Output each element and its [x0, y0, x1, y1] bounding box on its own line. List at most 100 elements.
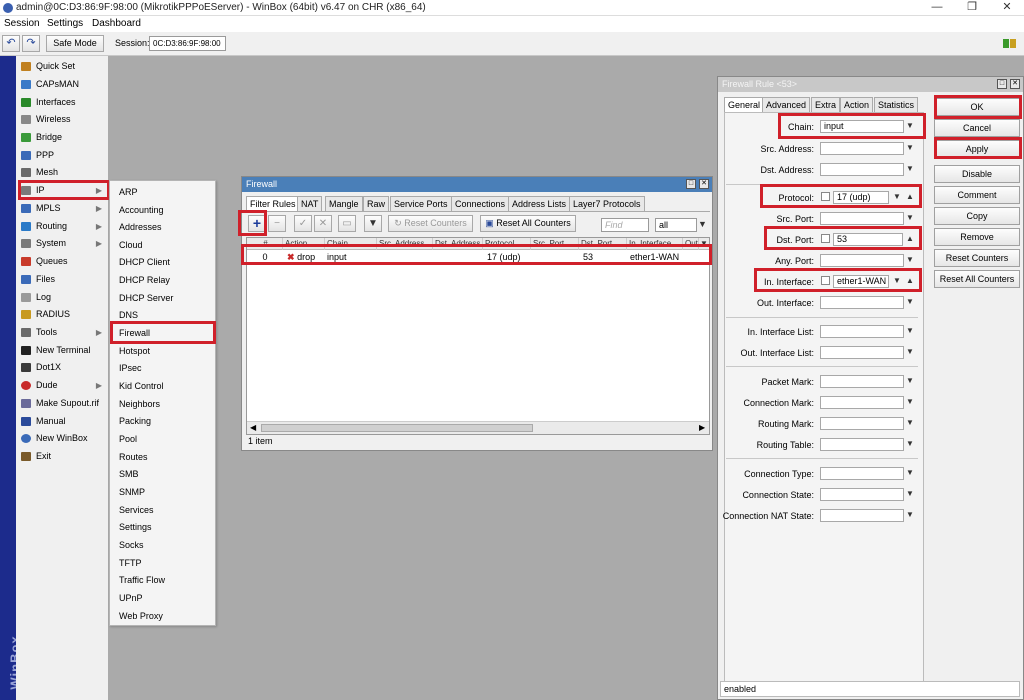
sidebar-item-routing[interactable]: Routing ▶ [18, 218, 106, 235]
find-input[interactable]: Find [601, 218, 649, 232]
dst-address-field[interactable] [820, 163, 904, 176]
src-port-field[interactable] [820, 212, 904, 225]
sidebar-item-log[interactable]: Log [18, 289, 106, 306]
scroll-left-icon[interactable]: ◀ [250, 423, 256, 432]
routing-table-field[interactable] [820, 438, 904, 451]
tab-general[interactable]: General [724, 97, 765, 112]
any-port-dropdown-icon[interactable]: ▼ [906, 255, 914, 264]
sidebar-item-radius[interactable]: RADIUS [18, 306, 106, 323]
connection-type-field[interactable] [820, 467, 904, 480]
tab-mangle[interactable]: Mangle [325, 196, 363, 211]
maximize-button[interactable]: □ [997, 79, 1007, 89]
tab-nat[interactable]: NAT [297, 196, 323, 211]
routing-mark-dropdown-icon[interactable]: ▼ [906, 418, 914, 427]
src-port-dropdown-icon[interactable]: ▼ [906, 213, 914, 222]
submenu-item-traffic-flow[interactable]: Traffic Flow [111, 572, 215, 589]
dst-address-dropdown-icon[interactable]: ▼ [906, 164, 914, 173]
sidebar-item-capsman[interactable]: CAPsMAN [18, 76, 106, 93]
any-port-field[interactable] [820, 254, 904, 267]
submenu-item-snmp[interactable]: SNMP [111, 484, 215, 501]
submenu-item-cloud[interactable]: Cloud [111, 237, 215, 254]
tab-address-lists[interactable]: Address Lists [508, 196, 571, 211]
connection-nat-state-field[interactable] [820, 509, 904, 522]
disable-button[interactable]: ✕ [314, 215, 332, 232]
submenu-item-accounting[interactable]: Accounting [111, 202, 215, 219]
filter-dropdown-icon[interactable]: ▼ [698, 219, 707, 229]
remove-button[interactable]: Remove [934, 228, 1020, 246]
menu-dashboard[interactable]: Dashboard [92, 18, 141, 29]
comment-button[interactable]: ▭ [338, 215, 356, 232]
filter-button[interactable]: ▼ [364, 215, 382, 232]
in-interface-list-field[interactable] [820, 325, 904, 338]
sidebar-item-queues[interactable]: Queues [18, 253, 106, 270]
submenu-item-tftp[interactable]: TFTP [111, 555, 215, 572]
sidebar-item-exit[interactable]: Exit [18, 448, 106, 465]
submenu-item-arp[interactable]: ARP [111, 184, 215, 201]
connection-state-field[interactable] [820, 488, 904, 501]
out-interface-dropdown-icon[interactable]: ▼ [906, 297, 914, 306]
submenu-item-neighbors[interactable]: Neighbors [111, 396, 215, 413]
maximize-button[interactable]: ❐ [955, 0, 989, 16]
cancel-button[interactable]: Cancel [934, 119, 1020, 137]
connection-type-dropdown-icon[interactable]: ▼ [906, 468, 914, 477]
sidebar-item-dot1x[interactable]: Dot1X [18, 359, 106, 376]
remove-button[interactable]: − [268, 215, 286, 232]
submenu-item-smb[interactable]: SMB [111, 466, 215, 483]
in-interface-list-dropdown-icon[interactable]: ▼ [906, 326, 914, 335]
sidebar-item-wireless[interactable]: Wireless [18, 111, 106, 128]
sidebar-item-mesh[interactable]: Mesh [18, 164, 106, 181]
out-interface-field[interactable] [820, 296, 904, 309]
menu-session[interactable]: Session [4, 18, 40, 29]
horizontal-scrollbar[interactable]: ◀ ▶ [247, 421, 709, 434]
tab-extra[interactable]: Extra [811, 97, 841, 112]
packet-mark-field[interactable] [820, 375, 904, 388]
connection-mark-field[interactable] [820, 396, 904, 409]
maximize-button[interactable]: □ [686, 179, 696, 189]
routing-mark-field[interactable] [820, 417, 904, 430]
sidebar-item-quick-set[interactable]: Quick Set [18, 58, 106, 75]
submenu-item-kid-control[interactable]: Kid Control [111, 378, 215, 395]
src-address-field[interactable] [820, 142, 904, 155]
sidebar-item-interfaces[interactable]: Interfaces [18, 94, 106, 111]
sidebar-item-mpls[interactable]: MPLS ▶ [18, 200, 106, 217]
safe-mode-button[interactable]: Safe Mode [46, 35, 104, 52]
sidebar-item-make-supout[interactable]: Make Supout.rif [18, 395, 106, 412]
session-field[interactable]: 0C:D3:86:9F:98:00 [149, 36, 226, 51]
sidebar-item-new-terminal[interactable]: New Terminal [18, 342, 106, 359]
submenu-item-socks[interactable]: Socks [111, 537, 215, 554]
sidebar-item-bridge[interactable]: Bridge [18, 129, 106, 146]
out-interface-list-field[interactable] [820, 346, 904, 359]
submenu-item-packing[interactable]: Packing [111, 413, 215, 430]
routing-table-dropdown-icon[interactable]: ▼ [906, 439, 914, 448]
connection-state-dropdown-icon[interactable]: ▼ [906, 489, 914, 498]
submenu-item-dhcp-client[interactable]: DHCP Client [111, 254, 215, 271]
out-interface-list-dropdown-icon[interactable]: ▼ [906, 347, 914, 356]
sidebar-item-system[interactable]: System ▶ [18, 235, 106, 252]
sidebar-item-dude[interactable]: Dude ▶ [18, 377, 106, 394]
submenu-item-ipsec[interactable]: IPsec [111, 360, 215, 377]
tab-layer7-protocols[interactable]: Layer7 Protocols [569, 196, 645, 211]
tab-statistics[interactable]: Statistics [874, 97, 919, 112]
submenu-item-settings[interactable]: Settings [111, 519, 215, 536]
packet-mark-dropdown-icon[interactable]: ▼ [906, 376, 914, 385]
menu-settings[interactable]: Settings [47, 18, 83, 29]
submenu-item-routes[interactable]: Routes [111, 449, 215, 466]
submenu-item-upnp[interactable]: UPnP [111, 590, 215, 607]
scroll-thumb[interactable] [261, 424, 533, 432]
close-button[interactable]: ✕ [699, 179, 709, 189]
filter-select[interactable]: all [655, 218, 697, 232]
comment-button[interactable]: Comment [934, 186, 1020, 204]
submenu-item-pool[interactable]: Pool [111, 431, 215, 448]
minimize-button[interactable]: — [920, 0, 954, 16]
reset-counters-button[interactable]: Reset Counters [934, 249, 1020, 267]
disable-button[interactable]: Disable [934, 165, 1020, 183]
enable-button[interactable]: ✓ [294, 215, 312, 232]
reset-all-counters-button[interactable]: Reset All Counters [934, 270, 1020, 288]
scroll-right-icon[interactable]: ▶ [699, 423, 705, 432]
reset-all-counters-button[interactable]: ▣ Reset All Counters [480, 215, 576, 232]
tab-connections[interactable]: Connections [451, 196, 510, 211]
undo-button[interactable]: ↶ [2, 35, 20, 52]
close-button[interactable]: ✕ [1010, 79, 1020, 89]
connection-nat-state-dropdown-icon[interactable]: ▼ [906, 510, 914, 519]
sidebar-item-new-winbox[interactable]: New WinBox [18, 430, 106, 447]
